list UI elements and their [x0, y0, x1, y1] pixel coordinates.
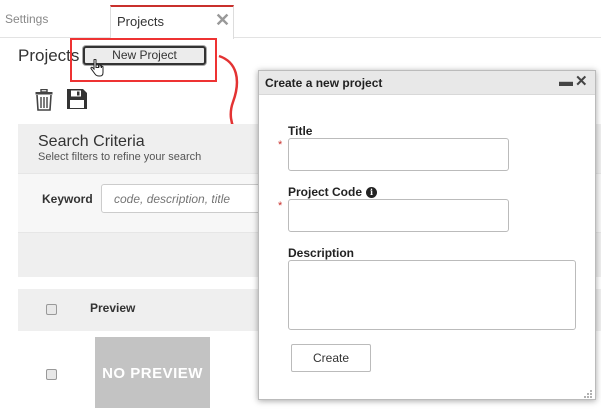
- minimize-icon[interactable]: ▬: [559, 73, 573, 89]
- row-checkbox[interactable]: [46, 369, 57, 380]
- project-code-required-marker: *: [278, 200, 283, 212]
- resize-handle-icon[interactable]: [583, 389, 593, 399]
- project-code-input[interactable]: [288, 199, 509, 232]
- keyword-label: Keyword: [42, 192, 93, 206]
- hand-cursor-icon: [90, 59, 104, 77]
- project-code-label: Project Code i: [288, 185, 378, 199]
- tab-settings[interactable]: Settings: [5, 12, 48, 26]
- save-icon[interactable]: [67, 89, 87, 109]
- description-textarea[interactable]: [288, 260, 576, 330]
- tab-projects[interactable]: Projects ✕: [110, 5, 234, 39]
- search-criteria-subtitle: Select filters to refine your search: [38, 151, 202, 163]
- search-criteria-title: Search Criteria: [38, 133, 145, 150]
- title-required-marker: *: [278, 139, 283, 151]
- title-input[interactable]: [288, 138, 509, 171]
- keyword-input[interactable]: [101, 184, 276, 213]
- dialog-header[interactable]: Create a new project ▬ ✕: [259, 71, 595, 95]
- trash-icon[interactable]: [35, 89, 53, 111]
- description-label: Description: [288, 246, 355, 260]
- close-icon[interactable]: ✕: [575, 72, 588, 90]
- title-label: Title: [288, 124, 313, 138]
- tab-bar: Settings Projects ✕: [0, 0, 601, 39]
- create-button[interactable]: Create: [291, 344, 371, 372]
- project-code-label-text: Project Code: [288, 185, 363, 199]
- info-icon[interactable]: i: [366, 187, 378, 198]
- create-project-dialog: Create a new project ▬ ✕ Title * Project…: [258, 70, 596, 400]
- no-preview-thumbnail: NO PREVIEW: [95, 337, 210, 408]
- tab-projects-label: Projects: [117, 14, 164, 29]
- column-header-preview: Preview: [90, 301, 136, 315]
- select-all-checkbox[interactable]: [46, 304, 57, 315]
- tab-close-icon[interactable]: ✕: [215, 11, 230, 29]
- dialog-title: Create a new project: [265, 76, 383, 90]
